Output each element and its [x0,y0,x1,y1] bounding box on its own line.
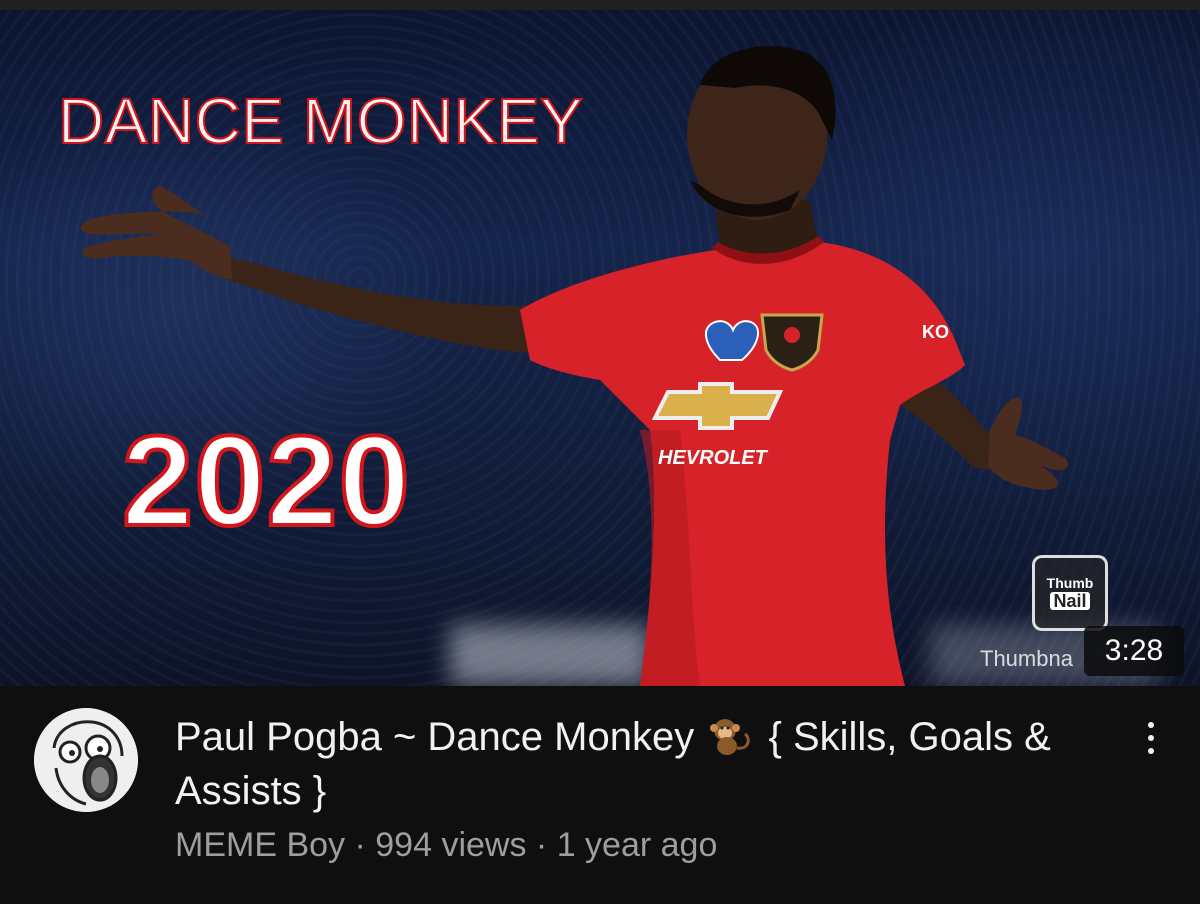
thumbnail-overlay-title: DANCE MONKEY [57,84,584,158]
watermark-line1: Thumb [1046,575,1094,591]
separator: · [345,826,376,864]
watermark-text: Thumbna [980,646,1073,671]
menu-dot [1148,735,1154,741]
separator: · [526,826,557,864]
left-arm [226,258,552,355]
watermark-line2: Nail [1050,592,1090,610]
monkey-emoji-icon [710,719,751,755]
menu-dot [1148,722,1154,728]
more-options-icon[interactable] [1136,716,1166,760]
duration-badge: 3:28 [1084,626,1184,676]
sleeve-logo: KO [922,322,949,342]
upload-age: 1 year ago [556,826,718,864]
video-metadata: Paul Pogba ~ Dance Monkey { Skills, Goal… [0,686,1200,904]
status-strip [0,0,1200,10]
video-thumbnail[interactable]: HEVROLET KO DANCE MONKEY 2020 Thumb Nail… [0,10,1200,686]
left-hand [80,186,233,280]
sponsor-text: HEVROLET [658,447,769,469]
video-title[interactable]: Paul Pogba ~ Dance Monkey { Skills, Goal… [175,710,1075,818]
menu-dot [1148,748,1154,754]
channel-avatar[interactable] [34,708,138,812]
right-hand [988,397,1069,490]
view-count: 994 views [375,826,527,864]
video-title-part1: Paul Pogba ~ Dance Monkey [175,715,695,759]
thumbnail-overlay-year: 2020 [120,408,412,555]
watermark-logo: Thumb Nail [1032,555,1108,631]
meme-face-icon [34,708,138,812]
video-subline: MEME Boy · 994 views · 1 year ago [175,826,717,865]
channel-name[interactable]: MEME Boy [175,826,345,864]
